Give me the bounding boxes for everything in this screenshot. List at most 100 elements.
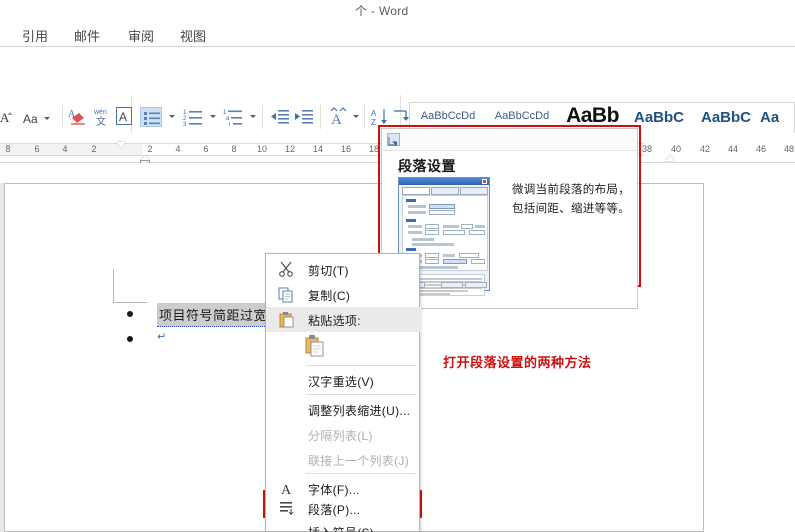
change-case-button[interactable]: Aa [22,109,54,127]
svg-text:i: i [229,122,230,127]
paste-keep-source-formatting-button[interactable] [304,334,326,360]
change-case-caret-icon[interactable] [44,117,50,120]
context-menu-item-join-previous-list: 联接上一个列表(J) [266,447,421,472]
context-menu-separator-2 [306,394,416,395]
context-menu-item-copy[interactable]: 复制(C) [266,282,421,307]
ruler-number: 14 [312,144,323,154]
context-menu-item-reselect-hanzi[interactable]: 汉字重选(V) [266,368,421,393]
ruler-number: 2 [91,144,97,154]
svg-text:wén: wén [93,109,107,116]
context-menu-item-insert-symbol[interactable]: 插入符号(S) [266,522,421,532]
bullets-button[interactable] [140,107,162,127]
character-border-icon[interactable]: A [116,107,132,125]
ruler-number: 10 [256,144,267,154]
paste-options-row [266,332,421,366]
copy-icon [278,286,296,303]
decrease-indent-button[interactable] [270,108,290,126]
margin-corner-top-left [113,269,147,303]
first-line-indent-marker[interactable] [116,142,126,148]
context-menu-item-paragraph[interactable]: 段落(P)... [266,494,421,519]
context-menu-label: 调整列表缩进(U)... [308,404,411,418]
clear-formatting-icon[interactable]: A [68,107,88,127]
svg-text:3: 3 [183,122,187,127]
scissors-icon [278,261,296,278]
increase-indent-button[interactable] [294,108,314,126]
context-menu-label: 段落(P)... [308,503,361,517]
ruler-number: 42 [699,144,710,154]
ruler-number: 8 [5,144,11,154]
tab-review[interactable]: 审阅 [124,24,158,47]
ruler-number: 4 [175,144,181,154]
ruler-number: 8 [231,144,237,154]
phonetic-guide-icon[interactable]: wén 文 [92,106,112,128]
bullet-marker [127,336,133,342]
context-menu-item-cut[interactable]: 剪切(T) [266,257,421,282]
tooltip-launcher-icon [387,133,400,146]
ruler-number: 44 [727,144,738,154]
font-subgroup-separator [62,105,63,127]
ribbon-tab-bar: 引用 邮件 审阅 视图 [0,20,795,47]
paragraph-icon [278,500,296,517]
ruler-number: 46 [755,144,766,154]
paste-icon [278,311,296,328]
svg-text:文: 文 [96,115,106,127]
ruler-number: 12 [284,144,295,154]
context-menu-separator-3 [306,473,416,474]
context-menu-item-paste-options[interactable]: 粘贴选项: [266,307,421,332]
tab-references[interactable]: 引用 [18,24,52,47]
tooltip-title: 段落设置 [398,158,456,174]
context-menu-label: 插入符号(S) [308,524,374,532]
ruler-number: 38 [641,144,652,154]
document-right-gap [704,163,795,532]
tooltip-header [382,129,637,151]
ruler-number: 40 [670,144,681,154]
tab-view[interactable]: 视图 [176,24,210,47]
character-scaling-icon[interactable]: A [328,107,350,128]
svg-text:A: A [331,112,342,127]
right-indent-marker[interactable] [665,155,675,161]
ruler-number: 16 [340,144,351,154]
multilevel-list-button[interactable]: 1 a i [222,107,246,128]
ruler-number: 6 [34,144,40,154]
ruler-number: 2 [147,144,153,154]
paragraph-subgroup-separator-3 [364,105,365,129]
context-menu-item-separate-list: 分隔列表(L) [266,422,421,447]
numbering-caret-icon[interactable] [210,115,216,118]
svg-text:A: A [119,110,127,124]
style-preview-text: AaBbC [633,109,684,126]
multilevel-caret-icon[interactable] [250,115,256,118]
style-preview-text: AaBbCcDd [420,110,476,122]
character-scaling-caret-icon[interactable] [353,115,359,118]
ruler-number: 48 [783,144,794,154]
context-menu[interactable]: 剪切(T) 复制(C) 粘贴选项: 汉字重选(V) 调整列表缩进(U)... 分… [265,253,421,532]
show-formatting-marks-button[interactable] [374,107,409,127]
annotation-text: 打开段落设置的两种方法 [443,355,592,370]
context-menu-label: 联接上一个列表(J) [308,454,409,468]
context-menu-separator-1 [306,365,416,366]
ruler-number: 4 [62,144,68,154]
tab-mailings[interactable]: 邮件 [70,24,104,47]
context-menu-label: 剪切(T) [308,264,349,278]
ruler-number: 6 [203,144,209,154]
svg-text:Aa: Aa [23,112,38,126]
style-preview-text: AaBbC [700,109,751,126]
numbering-button[interactable]: 1 2 3 [182,107,206,128]
grow-font-icon[interactable]: A [0,109,14,127]
context-menu-item-adjust-list-indents[interactable]: 调整列表缩进(U)... [266,397,421,422]
context-menu-label: 分隔列表(L) [308,429,373,443]
tooltip-description: 微调当前段落的布局，包括间距、缩进等等。 [512,184,630,215]
bullet-marker [127,311,133,317]
ribbon: A Aa A wén 文 A 1 2 3 1 a i A A Z AaBbCcD… [0,47,795,182]
paragraph-mark-icon: ↵ [157,331,167,343]
style-preview-text: Aa [760,109,780,126]
document-paragraph-text[interactable]: 项目符号简距过宽 [157,303,270,327]
context-menu-label: 粘贴选项: [308,314,361,328]
bullets-caret-icon[interactable] [169,115,175,118]
title-bar: 个 - Word [0,0,795,20]
context-menu-label: 汉字重选(V) [308,375,375,389]
window-title: 个 - Word [355,4,409,18]
style-preview-text: AaBbCcDd [494,110,550,122]
paragraph-subgroup-separator-2 [320,105,321,129]
context-menu-label: 复制(C) [308,289,351,303]
paragraph-subgroup-separator-1 [262,105,263,129]
